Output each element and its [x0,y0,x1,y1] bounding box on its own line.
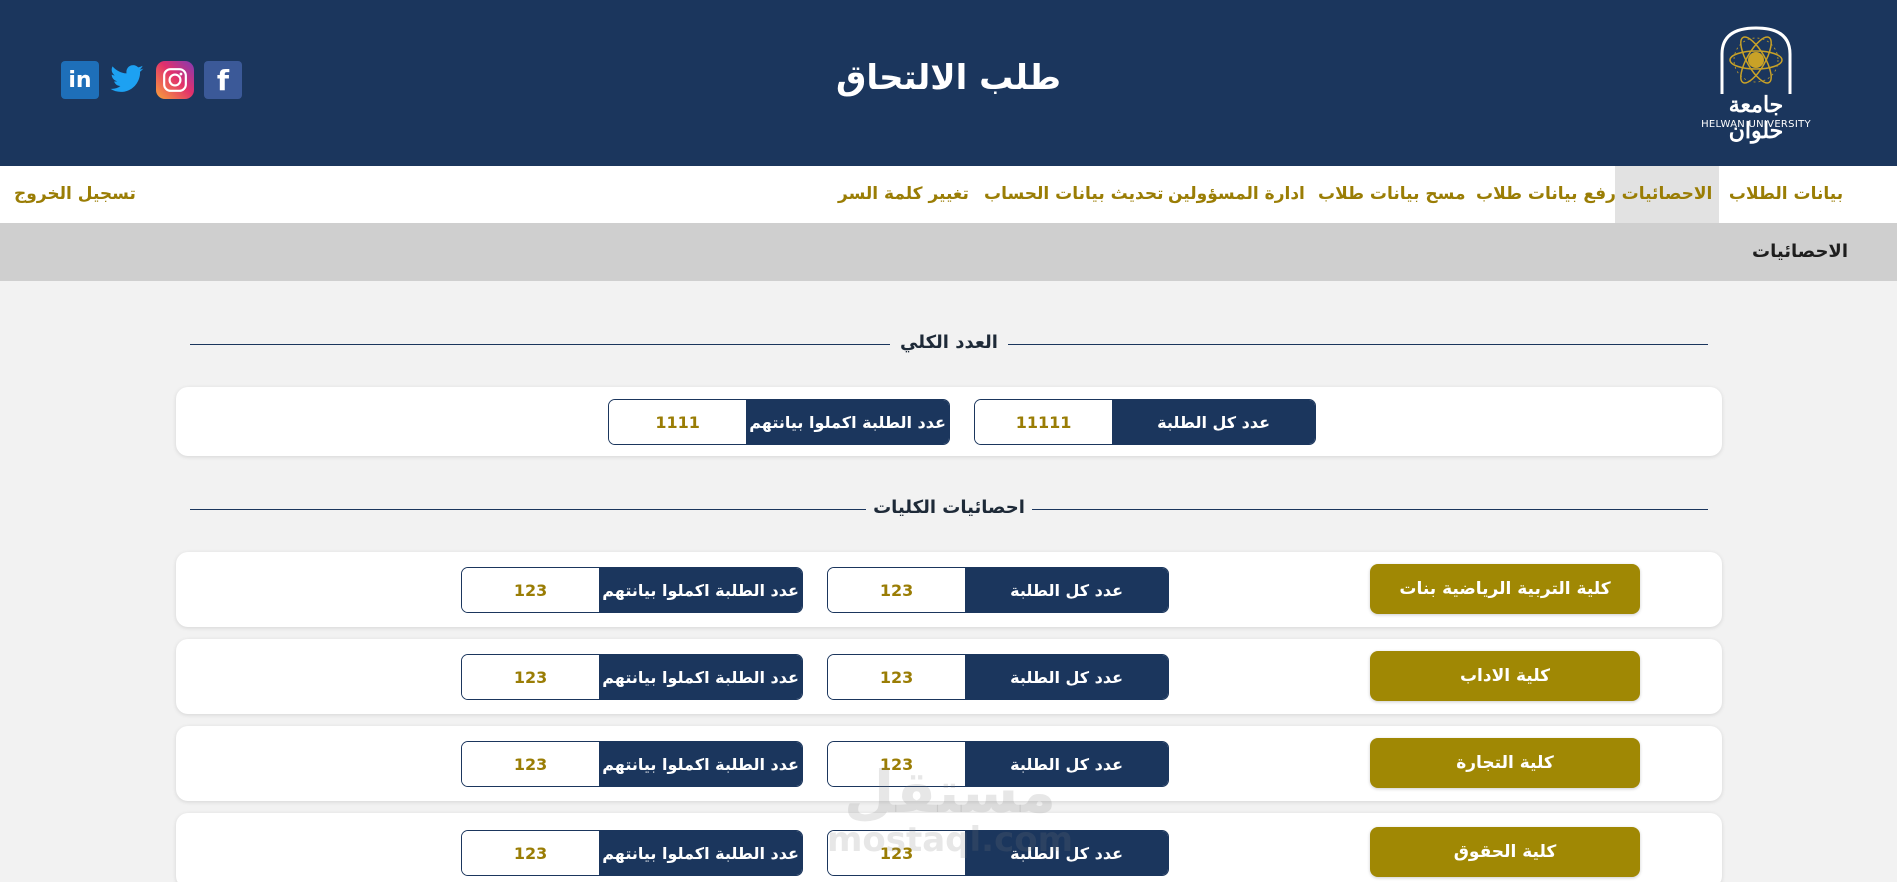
faculty-completed-label: عدد الطلبة اكملوا بيانتهم [599,831,802,875]
twitter-icon[interactable] [108,61,146,99]
watermark-arabic: مستقل [843,758,1057,826]
logout-link[interactable]: تسجيل الخروج [14,166,136,223]
section-divider-right [1032,509,1708,510]
section-divider-right [1008,344,1708,345]
section-divider-left [190,344,890,345]
nav-item-manage-admins[interactable]: ادارة المسؤولين [1168,166,1305,223]
faculty-completed-stat: 123 عدد الطلبة اكملوا بيانتهم [461,830,803,876]
faculty-row: كلية التربية الرياضية بنات 123 عدد كل ال… [176,552,1722,627]
nav-item-delete-students[interactable]: مسح بيانات طلاب [1318,166,1465,223]
breadcrumb: الاحصائيات [1752,241,1848,262]
faculty-all-students-value: 123 [828,655,966,699]
faculty-completed-value: 123 [462,568,600,612]
nav-item-change-password[interactable]: تغيير كلمة السر [838,166,969,223]
logo-english-text: HELWAN UNIVERSITY [1701,119,1811,130]
watermark-english: mostaql.com [826,820,1074,860]
logo-arabic-text: جامعة حلوان [1728,92,1784,144]
totals-card: 11111 عدد كل الطلبة 1111 عدد الطلبة اكمل… [176,387,1722,456]
faculty-completed-stat: 123 عدد الطلبة اكملوا بيانتهم [461,567,803,613]
faculty-completed-label: عدد الطلبة اكملوا بيانتهم [599,742,802,786]
all-students-stat: 11111 عدد كل الطلبة [974,399,1316,445]
nav-item-upload-students[interactable]: رفع بيانات طلاب [1476,166,1616,223]
facebook-glyph: f [216,63,230,97]
nav-item-statistics[interactable]: الاحصائيات [1615,166,1719,223]
completed-students-label: عدد الطلبة اكملوا بيانتهم [746,400,949,444]
faculty-all-students-label: عدد كل الطلبة [965,655,1168,699]
faculty-name: كلية الحقوق [1370,827,1640,877]
completed-students-value: 1111 [609,400,747,444]
faculty-completed-stat: 123 عدد الطلبة اكملوا بيانتهم [461,741,803,787]
faculty-completed-label: عدد الطلبة اكملوا بيانتهم [599,655,802,699]
faculty-name: كلية الاداب [1370,651,1640,701]
section-divider-left [190,509,866,510]
faculties-heading: احصائيات الكليات [873,497,1025,518]
linkedin-icon[interactable]: in [61,61,99,99]
faculty-completed-value: 123 [462,655,600,699]
faculty-all-students-stat: 123 عدد كل الطلبة [827,654,1169,700]
totals-heading: العدد الكلي [900,332,998,353]
faculty-completed-value: 123 [462,742,600,786]
all-students-label: عدد كل الطلبة [1112,400,1315,444]
breadcrumb-bar: الاحصائيات [0,223,1897,281]
instagram-icon[interactable] [156,61,194,99]
main-nav: بيانات الطلاب الاحصائيات رفع بيانات طلاب… [0,166,1897,223]
all-students-value: 11111 [975,400,1113,444]
header: جامعة حلوان HELWAN UNIVERSITY طلب الالتح… [0,0,1897,166]
page-title: طلب الالتحاق [835,58,1062,98]
faculty-all-students-label: عدد كل الطلبة [965,568,1168,612]
faculty-all-students-value: 123 [828,568,966,612]
instagram-camera [163,68,187,92]
faculty-completed-stat: 123 عدد الطلبة اكملوا بيانتهم [461,654,803,700]
faculty-name: كلية التربية الرياضية بنات [1370,564,1640,614]
nav-item-update-account[interactable]: تحديث بيانات الحساب [984,166,1163,223]
faculty-completed-value: 123 [462,831,600,875]
nav-item-students-data[interactable]: بيانات الطلاب [1726,166,1846,223]
faculty-all-students-stat: 123 عدد كل الطلبة [827,567,1169,613]
facebook-icon[interactable]: f [204,61,242,99]
faculty-completed-label: عدد الطلبة اكملوا بيانتهم [599,568,802,612]
linkedin-glyph: in [68,67,92,93]
faculty-row: كلية الاداب 123 عدد كل الطلبة 123 عدد ال… [176,639,1722,714]
twitter-bird [110,65,144,92]
completed-students-stat: 1111 عدد الطلبة اكملوا بيانتهم [608,399,950,445]
faculty-name: كلية التجارة [1370,738,1640,788]
watermark: مستقل mostaql.com [820,762,1080,858]
